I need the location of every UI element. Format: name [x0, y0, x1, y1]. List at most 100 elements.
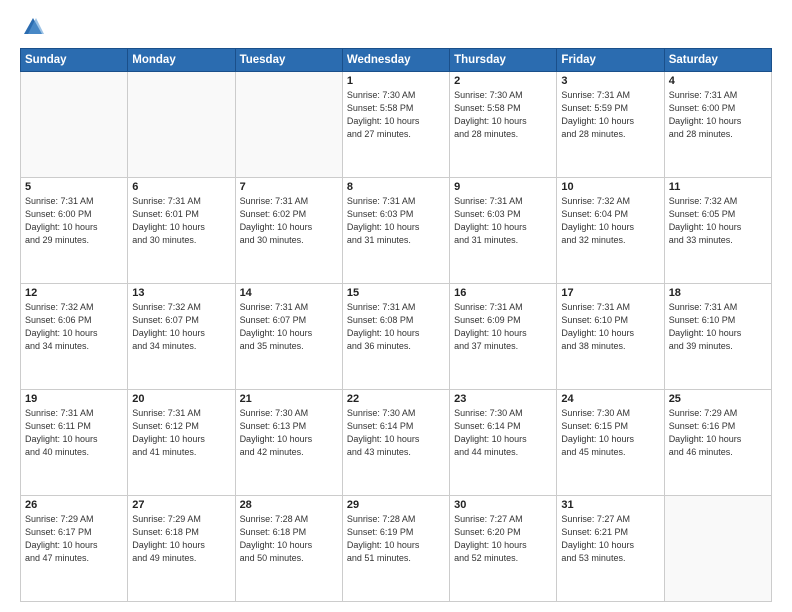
day-of-week-header: Monday — [128, 49, 235, 72]
page: SundayMondayTuesdayWednesdayThursdayFrid… — [0, 0, 792, 612]
day-number: 11 — [669, 181, 767, 193]
calendar-cell: 30 Sunrise: 7:27 AM Sunset: 6:20 PM Dayli… — [450, 496, 557, 602]
day-info: Sunrise: 7:28 AM Sunset: 6:19 PM Dayligh… — [347, 513, 445, 565]
day-info: Sunrise: 7:30 AM Sunset: 6:14 PM Dayligh… — [454, 407, 552, 459]
calendar-cell: 13 Sunrise: 7:32 AM Sunset: 6:07 PM Dayli… — [128, 284, 235, 390]
day-info: Sunrise: 7:31 AM Sunset: 6:03 PM Dayligh… — [454, 195, 552, 247]
day-number: 10 — [561, 181, 659, 193]
header — [20, 16, 772, 38]
day-info: Sunrise: 7:27 AM Sunset: 6:21 PM Dayligh… — [561, 513, 659, 565]
calendar-cell — [128, 72, 235, 178]
day-number: 31 — [561, 499, 659, 511]
day-info: Sunrise: 7:31 AM Sunset: 6:00 PM Dayligh… — [25, 195, 123, 247]
day-number: 8 — [347, 181, 445, 193]
day-info: Sunrise: 7:32 AM Sunset: 6:06 PM Dayligh… — [25, 301, 123, 353]
day-info: Sunrise: 7:31 AM Sunset: 6:07 PM Dayligh… — [240, 301, 338, 353]
day-info: Sunrise: 7:30 AM Sunset: 6:15 PM Dayligh… — [561, 407, 659, 459]
day-info: Sunrise: 7:30 AM Sunset: 5:58 PM Dayligh… — [347, 89, 445, 141]
day-number: 27 — [132, 499, 230, 511]
day-number: 3 — [561, 75, 659, 87]
day-info: Sunrise: 7:29 AM Sunset: 6:18 PM Dayligh… — [132, 513, 230, 565]
day-number: 26 — [25, 499, 123, 511]
calendar-cell: 24Sunrise: 7:30 AM Sunset: 6:15 PM Dayli… — [557, 390, 664, 496]
day-info: Sunrise: 7:32 AM Sunset: 6:05 PM Dayligh… — [669, 195, 767, 247]
calendar-cell: 25Sunrise: 7:29 AM Sunset: 6:16 PM Dayli… — [664, 390, 771, 496]
day-number: 23 — [454, 393, 552, 405]
day-number: 4 — [669, 75, 767, 87]
day-info: Sunrise: 7:32 AM Sunset: 6:07 PM Dayligh… — [132, 301, 230, 353]
calendar-cell — [235, 72, 342, 178]
day-number: 19 — [25, 393, 123, 405]
calendar-cell: 29 Sunrise: 7:28 AM Sunset: 6:19 PM Dayli… — [342, 496, 449, 602]
day-info: Sunrise: 7:31 AM Sunset: 6:10 PM Dayligh… — [561, 301, 659, 353]
calendar-cell — [21, 72, 128, 178]
calendar-cell: 21 Sunrise: 7:30 AM Sunset: 6:13 PM Dayli… — [235, 390, 342, 496]
calendar-cell: 27 Sunrise: 7:29 AM Sunset: 6:18 PM Dayli… — [128, 496, 235, 602]
day-number: 12 — [25, 287, 123, 299]
calendar-week-row: 12 Sunrise: 7:32 AM Sunset: 6:06 PM Dayli… — [21, 284, 772, 390]
day-number: 9 — [454, 181, 552, 193]
calendar-cell: 22 Sunrise: 7:30 AM Sunset: 6:14 PM Dayli… — [342, 390, 449, 496]
calendar-header-row: SundayMondayTuesdayWednesdayThursdayFrid… — [21, 49, 772, 72]
calendar-cell: 18 Sunrise: 7:31 AM Sunset: 6:10 PM Dayli… — [664, 284, 771, 390]
day-info: Sunrise: 7:32 AM Sunset: 6:04 PM Dayligh… — [561, 195, 659, 247]
day-of-week-header: Tuesday — [235, 49, 342, 72]
day-info: Sunrise: 7:29 AM Sunset: 6:17 PM Dayligh… — [25, 513, 123, 565]
calendar-cell: 4 Sunrise: 7:31 AM Sunset: 6:00 PM Daylig… — [664, 72, 771, 178]
day-of-week-header: Wednesday — [342, 49, 449, 72]
calendar-cell: 19 Sunrise: 7:31 AM Sunset: 6:11 PM Dayli… — [21, 390, 128, 496]
calendar-cell: 7 Sunrise: 7:31 AM Sunset: 6:02 PM Daylig… — [235, 178, 342, 284]
calendar-cell: 3 Sunrise: 7:31 AM Sunset: 5:59 PM Daylig… — [557, 72, 664, 178]
day-number: 7 — [240, 181, 338, 193]
day-info: Sunrise: 7:31 AM Sunset: 6:03 PM Dayligh… — [347, 195, 445, 247]
calendar-cell: 28Sunrise: 7:28 AM Sunset: 6:18 PM Dayli… — [235, 496, 342, 602]
calendar-week-row: 1 Sunrise: 7:30 AM Sunset: 5:58 PM Daylig… — [21, 72, 772, 178]
day-of-week-header: Sunday — [21, 49, 128, 72]
calendar-cell: 17Sunrise: 7:31 AM Sunset: 6:10 PM Dayli… — [557, 284, 664, 390]
day-number: 29 — [347, 499, 445, 511]
calendar-cell: 2 Sunrise: 7:30 AM Sunset: 5:58 PM Daylig… — [450, 72, 557, 178]
day-number: 18 — [669, 287, 767, 299]
calendar-cell: 8 Sunrise: 7:31 AM Sunset: 6:03 PM Daylig… — [342, 178, 449, 284]
day-info: Sunrise: 7:31 AM Sunset: 6:00 PM Dayligh… — [669, 89, 767, 141]
day-info: Sunrise: 7:31 AM Sunset: 6:02 PM Dayligh… — [240, 195, 338, 247]
day-info: Sunrise: 7:31 AM Sunset: 6:08 PM Dayligh… — [347, 301, 445, 353]
calendar-cell: 20 Sunrise: 7:31 AM Sunset: 6:12 PM Dayli… — [128, 390, 235, 496]
calendar-week-row: 19 Sunrise: 7:31 AM Sunset: 6:11 PM Dayli… — [21, 390, 772, 496]
day-info: Sunrise: 7:30 AM Sunset: 6:14 PM Dayligh… — [347, 407, 445, 459]
calendar-cell — [664, 496, 771, 602]
calendar-cell: 5Sunrise: 7:31 AM Sunset: 6:00 PM Daylig… — [21, 178, 128, 284]
day-info: Sunrise: 7:28 AM Sunset: 6:18 PM Dayligh… — [240, 513, 338, 565]
calendar-cell: 12 Sunrise: 7:32 AM Sunset: 6:06 PM Dayli… — [21, 284, 128, 390]
day-info: Sunrise: 7:30 AM Sunset: 5:58 PM Dayligh… — [454, 89, 552, 141]
calendar-week-row: 5Sunrise: 7:31 AM Sunset: 6:00 PM Daylig… — [21, 178, 772, 284]
logo-icon — [22, 16, 44, 38]
day-number: 1 — [347, 75, 445, 87]
calendar-cell: 9 Sunrise: 7:31 AM Sunset: 6:03 PM Daylig… — [450, 178, 557, 284]
day-info: Sunrise: 7:31 AM Sunset: 6:12 PM Dayligh… — [132, 407, 230, 459]
day-info: Sunrise: 7:30 AM Sunset: 6:13 PM Dayligh… — [240, 407, 338, 459]
day-info: Sunrise: 7:31 AM Sunset: 6:09 PM Dayligh… — [454, 301, 552, 353]
day-of-week-header: Thursday — [450, 49, 557, 72]
calendar-cell: 31 Sunrise: 7:27 AM Sunset: 6:21 PM Dayli… — [557, 496, 664, 602]
calendar-cell: 16Sunrise: 7:31 AM Sunset: 6:09 PM Dayli… — [450, 284, 557, 390]
logo — [20, 16, 44, 38]
day-number: 2 — [454, 75, 552, 87]
calendar-week-row: 26 Sunrise: 7:29 AM Sunset: 6:17 PM Dayli… — [21, 496, 772, 602]
day-number: 13 — [132, 287, 230, 299]
day-number: 30 — [454, 499, 552, 511]
calendar-cell: 23 Sunrise: 7:30 AM Sunset: 6:14 PM Dayli… — [450, 390, 557, 496]
day-info: Sunrise: 7:31 AM Sunset: 6:10 PM Dayligh… — [669, 301, 767, 353]
day-info: Sunrise: 7:27 AM Sunset: 6:20 PM Dayligh… — [454, 513, 552, 565]
day-info: Sunrise: 7:29 AM Sunset: 6:16 PM Dayligh… — [669, 407, 767, 459]
day-number: 22 — [347, 393, 445, 405]
day-number: 21 — [240, 393, 338, 405]
day-of-week-header: Saturday — [664, 49, 771, 72]
day-number: 14 — [240, 287, 338, 299]
day-info: Sunrise: 7:31 AM Sunset: 5:59 PM Dayligh… — [561, 89, 659, 141]
day-info: Sunrise: 7:31 AM Sunset: 6:11 PM Dayligh… — [25, 407, 123, 459]
calendar-cell: 1 Sunrise: 7:30 AM Sunset: 5:58 PM Daylig… — [342, 72, 449, 178]
day-number: 20 — [132, 393, 230, 405]
calendar-cell: 14 Sunrise: 7:31 AM Sunset: 6:07 PM Dayli… — [235, 284, 342, 390]
day-number: 6 — [132, 181, 230, 193]
